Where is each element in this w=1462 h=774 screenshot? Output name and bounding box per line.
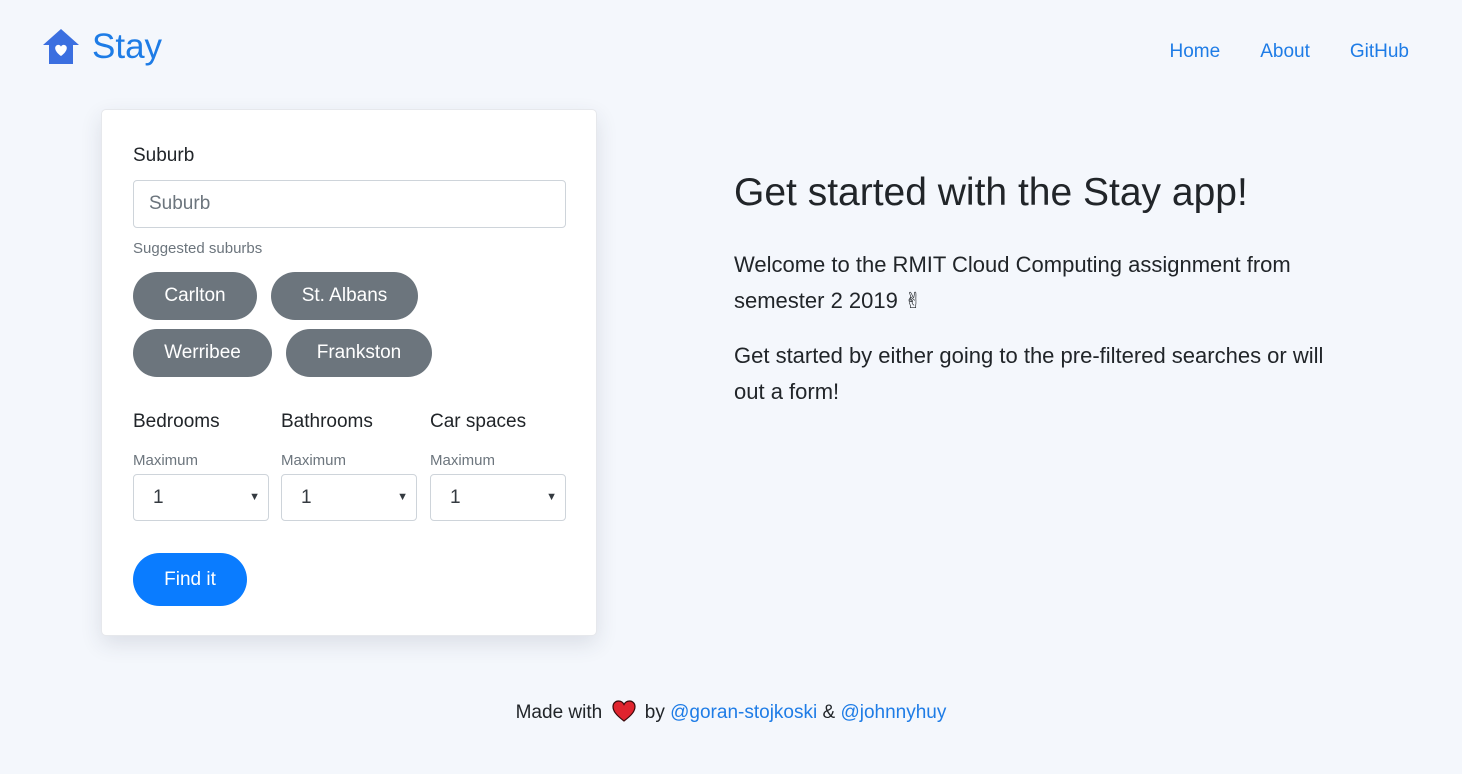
car-spaces-group: Car spaces Maximum 1 ▼ xyxy=(430,410,566,521)
hero-instructions-text: Get started by either going to the pre-f… xyxy=(734,343,1324,404)
car-spaces-select[interactable]: 1 ▼ xyxy=(430,474,566,521)
nav-home-link[interactable]: Home xyxy=(1170,40,1221,64)
bathrooms-label: Bathrooms xyxy=(281,411,373,432)
suggested-suburbs-label: Suggested suburbs xyxy=(133,240,263,257)
bedrooms-select[interactable]: 1 ▼ xyxy=(133,474,269,521)
top-nav: Home About GitHub xyxy=(1130,40,1409,64)
car-spaces-select-value: 1 xyxy=(450,487,461,508)
search-form-card: Suburb Suggested suburbs Carlton St. Alb… xyxy=(101,109,597,636)
bedrooms-maximum-label: Maximum xyxy=(133,452,199,469)
bathrooms-select[interactable]: 1 ▼ xyxy=(281,474,417,521)
nav-about-link[interactable]: About xyxy=(1260,40,1310,64)
header: Stay Home About GitHub xyxy=(0,0,1462,96)
hero-title: Get started with the Stay app! xyxy=(734,171,1248,214)
brand-logo-link[interactable]: Stay xyxy=(40,26,162,68)
bathrooms-group: Bathrooms Maximum 1 ▼ xyxy=(281,410,417,521)
caret-down-icon: ▼ xyxy=(397,491,408,503)
footer-ampersand: & xyxy=(822,702,836,723)
find-it-button[interactable]: Find it xyxy=(133,553,247,606)
house-heart-icon xyxy=(43,29,79,64)
footer-made-with: Made with xyxy=(515,702,603,723)
suburb-input[interactable] xyxy=(133,180,566,228)
suggested-suburb-chip[interactable]: St. Albans xyxy=(271,272,418,320)
author-goran-link[interactable]: @goran-stojkoski xyxy=(670,702,817,723)
suggested-suburb-chip[interactable]: Carlton xyxy=(133,272,257,320)
author-johnnyhuy-link[interactable]: @johnnyhuy xyxy=(840,702,946,723)
suburb-label: Suburb xyxy=(133,145,195,166)
hero-welcome-copy: Welcome to the RMIT Cloud Computing assi… xyxy=(734,252,1291,313)
nav-github-link[interactable]: GitHub xyxy=(1350,40,1409,64)
caret-down-icon: ▼ xyxy=(546,491,557,503)
footer-by: by xyxy=(644,702,665,723)
car-spaces-maximum-label: Maximum xyxy=(430,452,496,469)
car-spaces-label: Car spaces xyxy=(430,411,527,432)
suggested-suburb-chip[interactable]: Werribee xyxy=(133,329,272,377)
bedrooms-group: Bedrooms Maximum 1 ▼ xyxy=(133,410,269,521)
suggested-suburb-chip[interactable]: Frankston xyxy=(286,329,432,377)
heart-icon xyxy=(611,700,636,722)
victory-hand-icon: ✌ xyxy=(904,289,923,314)
hero-section: Get started with the Stay app! Welcome t… xyxy=(734,168,1354,410)
brand-name: Stay xyxy=(92,27,163,66)
hero-welcome-text: Welcome to the RMIT Cloud Computing assi… xyxy=(734,247,1334,320)
bathrooms-maximum-label: Maximum xyxy=(281,452,347,469)
bathrooms-select-value: 1 xyxy=(301,487,312,508)
bedrooms-label: Bedrooms xyxy=(133,411,220,432)
bedrooms-select-value: 1 xyxy=(153,487,164,508)
footer: Made with by @goran-stojkoski & @johnnyh… xyxy=(0,700,1462,725)
caret-down-icon: ▼ xyxy=(249,491,260,503)
